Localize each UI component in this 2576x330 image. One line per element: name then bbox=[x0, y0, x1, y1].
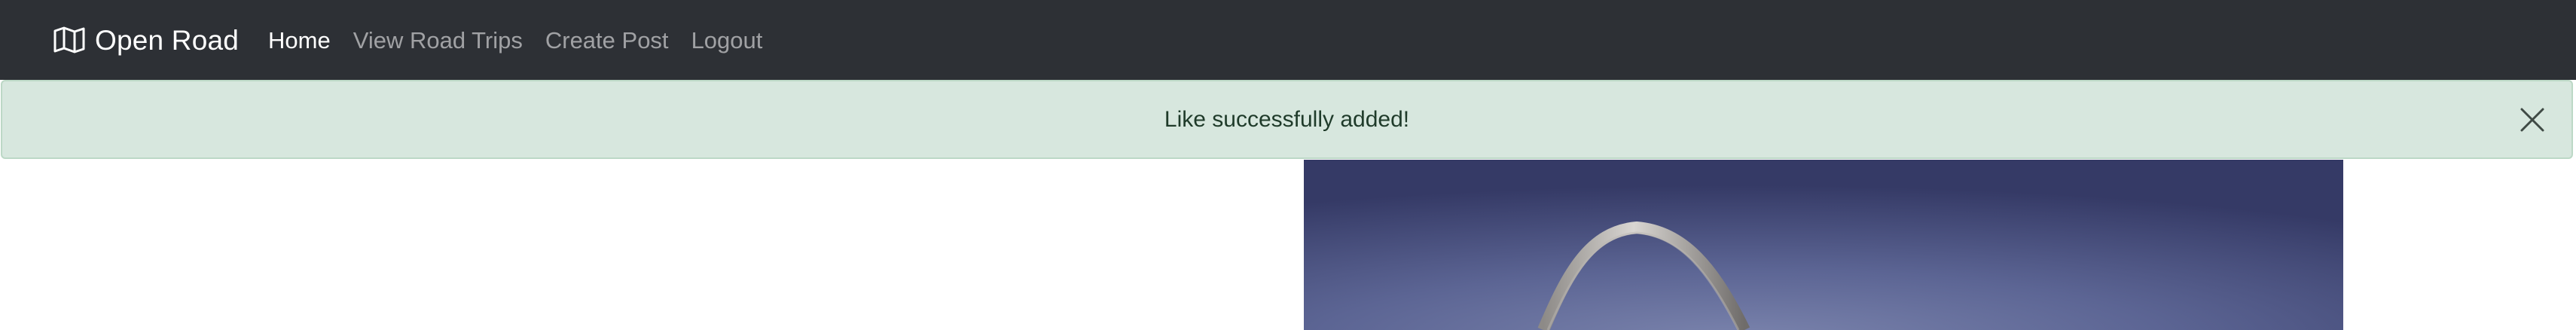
alert-message: Like successfully added! bbox=[1164, 106, 1410, 132]
nav-link-create-post[interactable]: Create Post bbox=[545, 29, 669, 52]
nav-link-home[interactable]: Home bbox=[268, 29, 331, 52]
top-navbar: Open Road Home View Road Trips Create Po… bbox=[0, 0, 2576, 80]
brand-name: Open Road bbox=[95, 24, 240, 56]
close-icon bbox=[2520, 108, 2544, 131]
post-image bbox=[1304, 160, 2343, 330]
map-icon bbox=[53, 26, 85, 53]
nav-link-view-road-trips[interactable]: View Road Trips bbox=[353, 29, 523, 52]
arch-photo bbox=[1304, 160, 2343, 330]
nav-links: Home View Road Trips Create Post Logout bbox=[268, 0, 785, 80]
success-alert: Like successfully added! bbox=[1, 80, 2573, 159]
nav-link-logout[interactable]: Logout bbox=[691, 29, 763, 52]
brand-link[interactable]: Open Road bbox=[53, 0, 239, 80]
alert-close-button[interactable] bbox=[2519, 106, 2546, 133]
